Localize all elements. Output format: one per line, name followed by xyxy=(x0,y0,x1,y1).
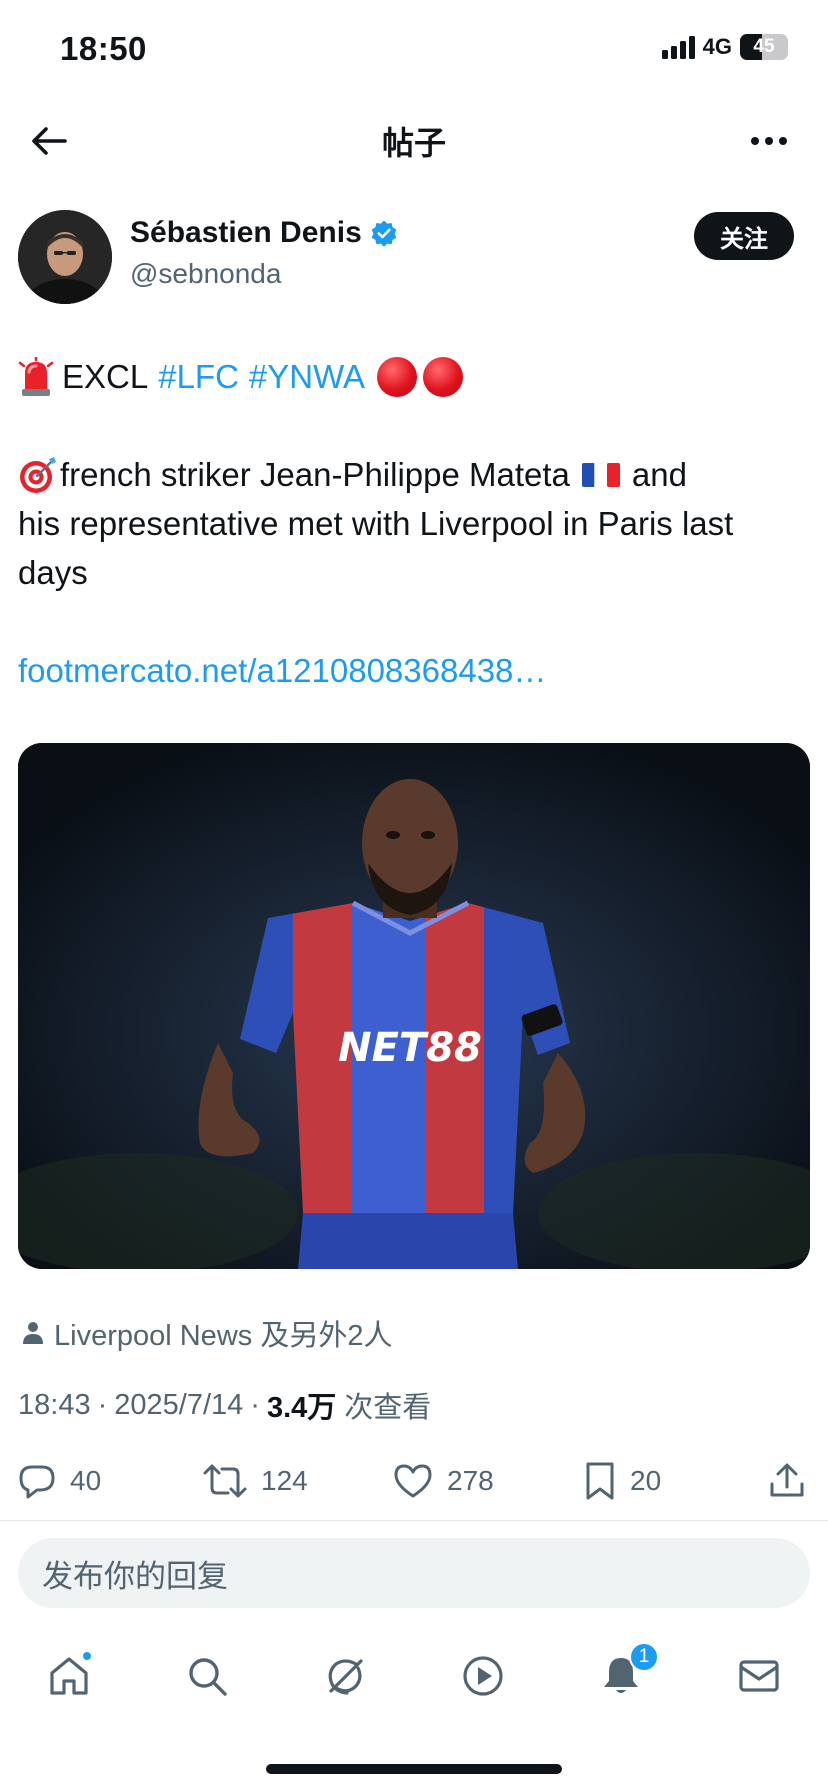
player-photo: NET88 xyxy=(18,743,810,1269)
status-time: 18:50 xyxy=(60,30,147,67)
police-light-emoji xyxy=(18,356,54,396)
tab-home[interactable] xyxy=(41,1648,97,1704)
bookmark-count: 20 xyxy=(630,1465,662,1496)
reply-placeholder: 发布你的回复 xyxy=(42,1558,228,1594)
heart-icon xyxy=(394,1464,432,1498)
tweet-line-4: days xyxy=(18,554,88,591)
person-icon xyxy=(23,1322,43,1344)
tab-messages[interactable] xyxy=(731,1648,787,1704)
home-indicator xyxy=(266,1764,562,1774)
hashtag-lfc[interactable]: #LFC xyxy=(158,352,239,401)
battery-icon: 45 xyxy=(740,34,788,60)
share-icon xyxy=(770,1463,804,1497)
social-context[interactable]: Liverpool News 及另外2人 xyxy=(22,1312,392,1354)
author-display-name[interactable]: Sébastien Denis xyxy=(130,216,362,250)
like-button[interactable]: 278 xyxy=(393,1453,494,1509)
battery-level: 45 xyxy=(753,36,775,57)
like-count: 278 xyxy=(447,1465,494,1496)
tweet-text-line: french striker Jean-Philippe Mateta xyxy=(60,456,570,493)
home-badge-dot xyxy=(81,1650,93,1662)
tweet-date: 2025/7/14 xyxy=(114,1388,244,1421)
status-bar: 18:50 4G 45 xyxy=(0,0,828,100)
tweet-text-line-tail: and xyxy=(631,456,687,493)
reply-count: 40 xyxy=(70,1465,102,1496)
page-title: 帖子 xyxy=(381,125,446,161)
more-button[interactable] xyxy=(746,118,792,164)
notification-badge: 1 xyxy=(629,1642,659,1672)
mail-icon xyxy=(739,1660,779,1692)
tab-grok[interactable] xyxy=(317,1648,373,1704)
tweet-time: 18:43 xyxy=(18,1388,91,1421)
reply-button[interactable]: 40 xyxy=(18,1453,101,1509)
shirt-sponsor-text: NET88 xyxy=(338,1025,482,1071)
author-name-row[interactable]: Sébastien Denis xyxy=(130,216,398,250)
red-circle-emoji xyxy=(377,356,418,397)
play-icon xyxy=(463,1656,503,1696)
author-handle[interactable]: @sebnonda xyxy=(130,258,281,290)
signal-icon xyxy=(661,35,695,59)
repost-button[interactable]: 124 xyxy=(203,1453,308,1509)
share-button[interactable] xyxy=(768,1453,806,1509)
avatar-image xyxy=(18,210,112,304)
verified-badge-icon xyxy=(371,220,397,247)
divider xyxy=(0,1520,828,1521)
reply-input[interactable]: 发布你的回复 xyxy=(18,1538,810,1608)
tweet-media-image[interactable]: NET88 xyxy=(18,743,810,1269)
repost-count: 124 xyxy=(261,1465,308,1496)
tab-notifications[interactable]: 1 xyxy=(593,1642,659,1704)
status-indicators: 4G 45 xyxy=(661,34,788,60)
tweet-meta: 18:43 · 2025/7/14 · 3.4万 次查看 xyxy=(18,1384,431,1426)
tweet-line-3: his representative met with Liverpool in… xyxy=(18,505,734,542)
nav-header: 帖子 xyxy=(0,100,828,180)
bookmark-button[interactable]: 20 xyxy=(584,1453,661,1509)
repost-icon xyxy=(203,1464,247,1498)
grok-icon xyxy=(328,1659,363,1695)
avatar[interactable] xyxy=(18,210,112,304)
social-context-text[interactable]: Liverpool News 及另外2人 xyxy=(54,1312,392,1354)
bullseye-emoji xyxy=(20,456,56,493)
hashtag-ynwa[interactable]: #YNWA xyxy=(249,352,365,401)
tweet-line-2: french striker Jean-Philippe Mateta and xyxy=(18,450,818,499)
tweet-link[interactable]: footmercato.net/a1210808368438… xyxy=(18,646,818,695)
red-circle-emoji xyxy=(423,356,464,397)
bookmark-icon xyxy=(586,1462,614,1500)
tweet-line-1: EXCL #LFC #YNWA xyxy=(18,352,818,401)
view-count[interactable]: 3.4万 xyxy=(267,1384,336,1426)
tab-search[interactable] xyxy=(179,1648,235,1704)
reply-icon xyxy=(19,1465,55,1499)
search-icon xyxy=(189,1658,227,1696)
tweet-text: EXCL #LFC #YNWA french striker Jean-Phil… xyxy=(18,352,818,695)
follow-button[interactable]: 关注 xyxy=(694,212,794,260)
tweet-author: Sébastien Denis @sebnonda 关注 xyxy=(18,210,810,306)
france-flag-emoji xyxy=(581,462,620,487)
meta-separator: · xyxy=(97,1388,108,1421)
bottom-tab-bar: 1 xyxy=(0,1632,828,1722)
tweet-actions: 40 124 278 20 xyxy=(18,1453,810,1509)
tab-videos[interactable] xyxy=(455,1648,511,1704)
more-horizontal-icon xyxy=(751,137,787,145)
meta-separator: · xyxy=(250,1388,260,1421)
view-label: 次查看 xyxy=(344,1392,432,1424)
tweet-excl-text: EXCL xyxy=(62,358,149,395)
network-type: 4G xyxy=(702,34,732,59)
